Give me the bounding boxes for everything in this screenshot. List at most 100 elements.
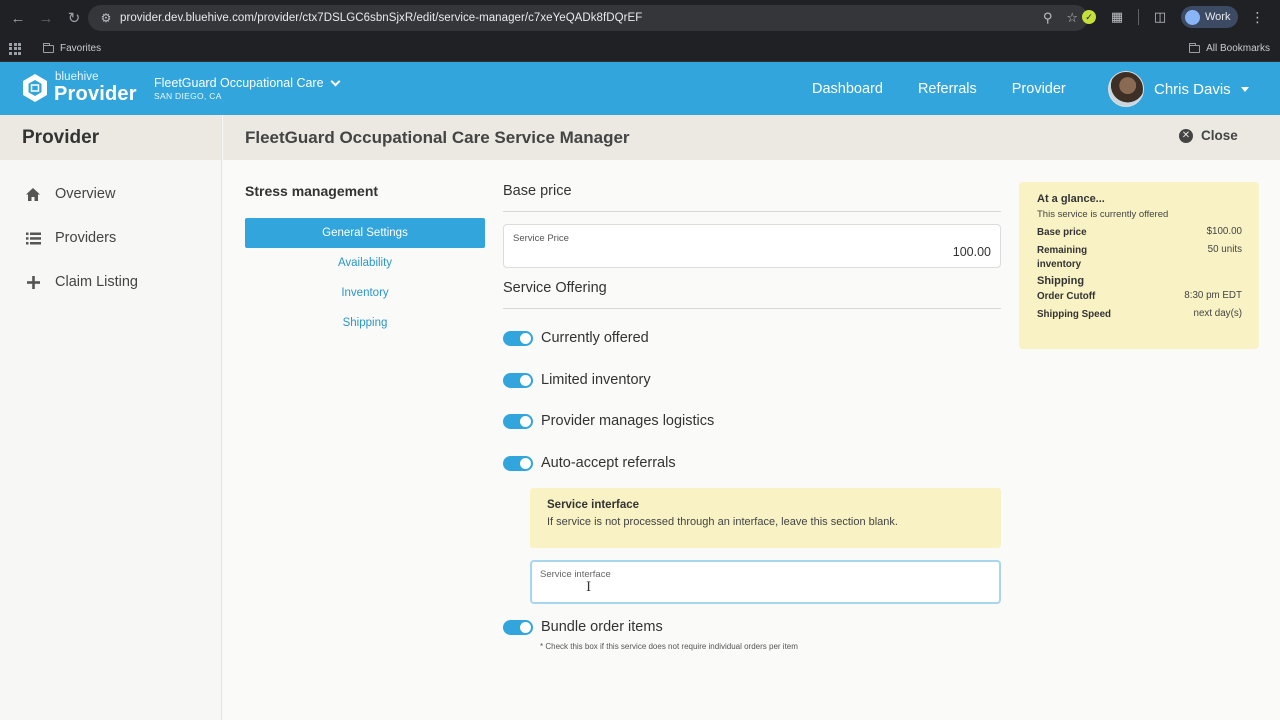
tab-general-settings[interactable]: General Settings <box>245 218 485 248</box>
org-location: SAN DIEGO, CA <box>154 91 222 101</box>
sidebar-title: Provider <box>0 115 221 160</box>
glance-key: Remaining inventory <box>1037 244 1088 271</box>
toggle-label: Auto-accept referrals <box>541 455 676 471</box>
address-bar[interactable]: ⚙ provider.dev.bluehive.com/provider/ctx… <box>88 5 1088 31</box>
toggle-switch[interactable] <box>503 330 533 346</box>
toggle-label: Currently offered <box>541 330 649 346</box>
profile-label: Work <box>1205 11 1231 23</box>
service-price-label: Service Price <box>513 233 569 244</box>
sidebar-item-overview[interactable]: Overview <box>0 172 221 216</box>
tab-shipping[interactable]: Shipping <box>245 308 485 338</box>
at-a-glance-card: At a glance... This service is currently… <box>1019 182 1259 349</box>
toolbar-divider <box>1138 9 1139 25</box>
home-icon <box>25 186 41 202</box>
service-offering-title: Service Offering <box>503 280 607 296</box>
glance-value: next day(s) <box>1193 307 1242 319</box>
key-icon[interactable]: ⚲ <box>1043 10 1053 26</box>
toggle-auto-accept-referrals[interactable]: Auto-accept referrals <box>503 455 676 471</box>
glance-row-cutoff: Order Cutoff 8:30 pm EDT <box>1037 290 1242 305</box>
glance-key: Shipping Speed <box>1037 308 1112 320</box>
sidebar-item-providers[interactable]: Providers <box>0 216 221 260</box>
nav-referrals[interactable]: Referrals <box>918 81 977 97</box>
page-title: FleetGuard Occupational Care Service Man… <box>245 128 630 147</box>
section-divider <box>503 211 1001 212</box>
service-name: Stress management <box>245 183 379 199</box>
toggle-label: Limited inventory <box>541 372 651 388</box>
glance-title: At a glance... <box>1037 193 1105 205</box>
bundle-hint: * Check this box if this service does no… <box>540 642 798 651</box>
glance-shipping-heading: Shipping <box>1037 275 1085 288</box>
glance-row-speed: Shipping Speed next day(s) <box>1037 308 1242 323</box>
glance-value: 50 units <box>1207 243 1242 255</box>
folder-icon <box>1188 42 1201 53</box>
apps-grid-icon[interactable] <box>9 42 21 55</box>
list-icon <box>25 230 41 246</box>
bookmark-label: All Bookmarks <box>1206 43 1270 54</box>
logo-small-text: bluehive <box>55 71 99 83</box>
hexagon-logo-icon <box>23 73 47 102</box>
org-selector[interactable]: FleetGuard Occupational Care SAN DIEGO, … <box>154 76 340 101</box>
toggle-provider-manages-logistics[interactable]: Provider manages logistics <box>503 413 714 429</box>
profile-avatar <box>1185 9 1200 25</box>
toggle-switch[interactable] <box>503 619 533 635</box>
more-menu-icon[interactable]: ⋮ <box>1250 9 1264 26</box>
toggle-switch[interactable] <box>503 455 533 471</box>
service-interface-label: Service interface <box>540 569 611 580</box>
star-icon[interactable]: ☆ <box>1066 10 1078 26</box>
bookmark-all[interactable]: All Bookmarks <box>1188 42 1270 54</box>
sidebar-item-label: Claim Listing <box>55 274 138 290</box>
profile-button[interactable]: Work <box>1181 6 1239 28</box>
sidebar: Provider Overview Providers Claim Listin… <box>0 115 222 720</box>
top-nav: Dashboard Referrals Provider <box>812 62 1101 115</box>
caret-down-icon <box>1240 86 1249 92</box>
user-menu[interactable]: Chris Davis <box>1108 71 1249 107</box>
plus-icon <box>25 274 41 290</box>
service-price-field[interactable]: Service Price 100.00 <box>503 224 1001 268</box>
toggle-bundle-order-items[interactable]: Bundle order items <box>503 619 663 635</box>
bookmarks-bar: Favorites All Bookmarks <box>0 36 1280 62</box>
chevron-down-icon <box>330 76 340 86</box>
logo-big-text: Provider <box>54 82 137 105</box>
bluehive-logo[interactable]: bluehive Provider <box>22 71 137 105</box>
bookmark-label: Favorites <box>60 43 102 54</box>
forward-arrow-icon[interactable]: → <box>33 5 59 31</box>
toggle-label: Provider manages logistics <box>541 413 715 429</box>
nav-provider[interactable]: Provider <box>1012 81 1066 97</box>
glance-row-base-price: Base price $100.00 <box>1037 226 1242 241</box>
nav-dashboard[interactable]: Dashboard <box>812 81 883 97</box>
glance-status: This service is currently offered <box>1037 209 1169 220</box>
sidebar-item-label: Providers <box>55 230 117 246</box>
reload-icon[interactable]: ↻ <box>61 5 87 31</box>
text-cursor-icon: I <box>586 580 592 595</box>
close-button[interactable]: ✕ Close <box>1179 128 1238 143</box>
close-label: Close <box>1201 128 1238 143</box>
avatar <box>1108 71 1144 107</box>
service-interface-notice: Service interface If service is not proc… <box>530 488 1001 548</box>
service-price-value[interactable]: 100.00 <box>953 245 991 259</box>
browser-toolbar: ← → ↻ ⚙ provider.dev.bluehive.com/provid… <box>0 0 1280 36</box>
sidepanel-icon[interactable]: ◫ <box>1151 8 1169 26</box>
extension-icon[interactable]: ✓ <box>1082 10 1096 24</box>
close-icon: ✕ <box>1179 128 1193 143</box>
toggle-label: Bundle order items <box>541 619 663 635</box>
service-interface-input[interactable]: Service interface I <box>530 560 1001 604</box>
back-arrow-icon[interactable]: ← <box>5 5 31 31</box>
puzzle-icon[interactable]: ▦ <box>1108 8 1126 26</box>
toggle-switch[interactable] <box>503 372 533 388</box>
sidebar-item-claim-listing[interactable]: Claim Listing <box>0 260 221 304</box>
toggle-switch[interactable] <box>503 413 533 429</box>
notice-text: If service is not processed through an i… <box>547 516 898 528</box>
user-name: Chris Davis <box>1154 80 1231 98</box>
tab-inventory[interactable]: Inventory <box>245 278 485 308</box>
bookmark-favorites[interactable]: Favorites <box>42 42 102 54</box>
toggle-limited-inventory[interactable]: Limited inventory <box>503 372 651 388</box>
sidebar-item-label: Overview <box>55 186 116 202</box>
section-divider <box>503 308 1001 309</box>
tab-availability[interactable]: Availability <box>245 248 485 278</box>
site-settings-icon[interactable]: ⚙ <box>94 11 118 25</box>
glance-key: Base price <box>1037 227 1087 238</box>
content-header: FleetGuard Occupational Care Service Man… <box>223 115 1280 160</box>
base-price-title: Base price <box>503 183 572 199</box>
url-text[interactable]: provider.dev.bluehive.com/provider/ctx7D… <box>120 12 642 24</box>
toggle-currently-offered[interactable]: Currently offered <box>503 330 649 346</box>
